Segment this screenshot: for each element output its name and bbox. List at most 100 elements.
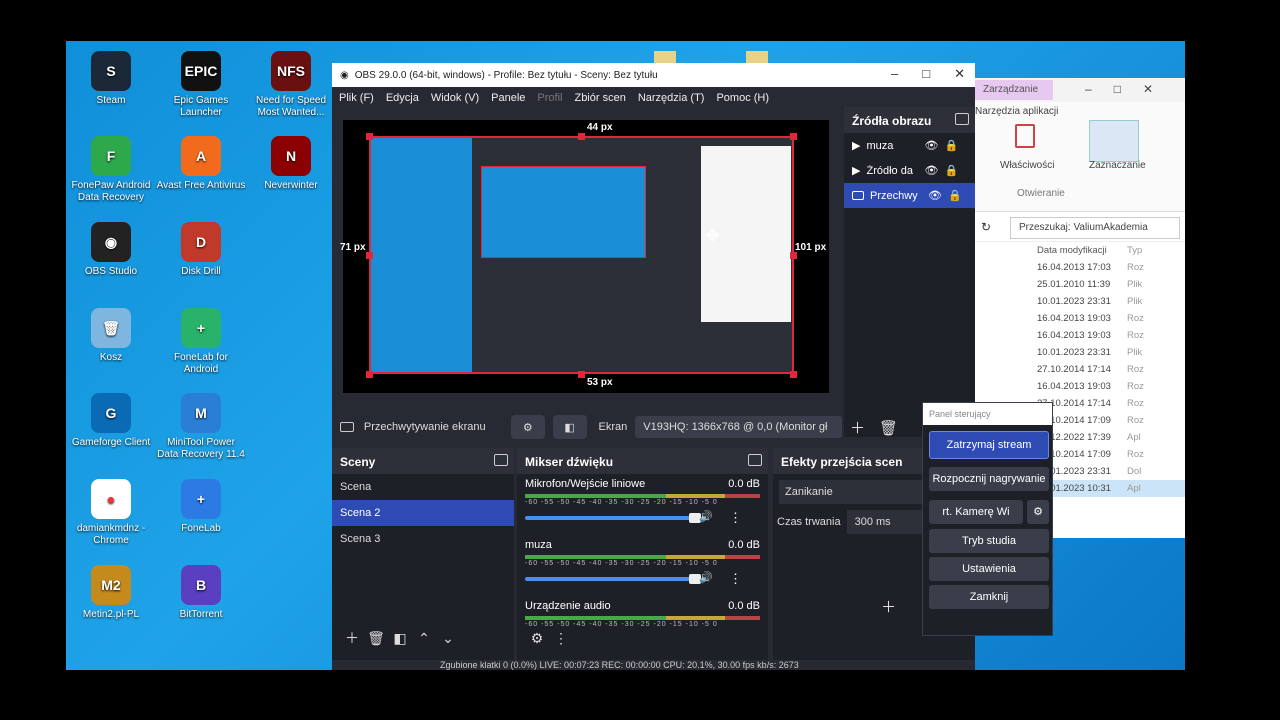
file-row[interactable]: 20.12.2022 17:39 Apl — [1037, 429, 1185, 446]
file-row[interactable]: 10.01.2023 23:31 Plik — [1037, 293, 1185, 310]
move-down-button[interactable]: ⌄ — [436, 630, 460, 650]
menu-item[interactable]: Panele — [491, 92, 525, 104]
screen-select[interactable]: V193HQ: 1366x768 @ 0,0 (Monitor gł — [635, 416, 842, 438]
column-header-date[interactable]: Data modyfikacji — [1037, 242, 1127, 259]
desktop-icon[interactable]: NFS Need for Speed Most Wanted... — [246, 51, 336, 119]
desktop-icon[interactable]: F FonePaw Android Data Recovery — [66, 136, 156, 204]
file-row[interactable]: 10.01.2023 10:31 Apl — [1037, 480, 1185, 497]
properties-icon[interactable] — [1015, 124, 1035, 148]
menu-item[interactable]: Widok (V) — [431, 92, 479, 104]
desktop-icon[interactable]: N Neverwinter — [246, 136, 336, 192]
desktop-icon[interactable]: EPIC Epic Games Launcher — [156, 51, 246, 119]
file-row[interactable]: 10.01.2023 23:31 Plik — [1037, 344, 1185, 361]
file-row[interactable]: 27.10.2014 17:14 Roz — [1037, 361, 1185, 378]
control-button[interactable]: Zatrzymaj stream — [929, 431, 1049, 459]
properties-button[interactable]: Właściwości — [1000, 160, 1054, 171]
control-button[interactable]: Tryb studia — [929, 529, 1049, 553]
source-item[interactable]: Przechwy 👁 🔒 — [844, 183, 975, 208]
resize-handle[interactable] — [366, 371, 373, 378]
source-item[interactable]: ▶ Źródło da 👁 🔒 — [844, 158, 975, 183]
explorer-window-controls[interactable]: –□✕ — [1085, 82, 1175, 96]
file-row[interactable]: 16.04.2013 19:03 Roz — [1037, 310, 1185, 327]
resize-handle[interactable] — [790, 133, 797, 140]
file-row[interactable]: 16.04.2013 17:03 Roz — [1037, 259, 1185, 276]
source-filters-button[interactable]: ◧ — [552, 415, 587, 439]
resize-handle[interactable] — [578, 371, 585, 378]
refresh-icon[interactable]: ↻ — [981, 220, 991, 234]
undock-icon[interactable] — [748, 454, 762, 466]
minimize-button[interactable]: – — [891, 66, 898, 82]
mixer-menu-button[interactable]: ⋮ — [549, 630, 573, 650]
menu-item[interactable]: Zbiór scen — [574, 92, 625, 104]
maximize-button[interactable]: □ — [922, 66, 930, 82]
eye-icon[interactable]: 👁 — [924, 139, 938, 152]
scene-item[interactable]: Scena — [332, 474, 514, 500]
desktop-icon[interactable]: ◉ OBS Studio — [66, 222, 156, 278]
volume-slider[interactable] — [525, 513, 701, 523]
remove-source-icon[interactable]: 🗑 — [879, 420, 898, 437]
eye-icon[interactable]: 👁 — [928, 189, 942, 202]
lock-icon[interactable]: 🔒 — [948, 189, 962, 202]
resize-handle[interactable] — [366, 252, 373, 259]
menu-item[interactable]: Narzędzia (T) — [638, 92, 705, 104]
undock-icon[interactable] — [494, 454, 508, 466]
desktop-icon[interactable]: + FoneLab for Android — [156, 308, 246, 376]
lock-icon[interactable]: 🔒 — [944, 139, 958, 152]
lock-icon[interactable]: 🔒 — [944, 164, 958, 177]
resize-handle[interactable] — [578, 133, 585, 140]
source-properties-button[interactable]: ⚙ — [510, 415, 545, 439]
add-scene-button[interactable]: ＋ — [340, 628, 364, 648]
undock-icon[interactable] — [955, 113, 969, 125]
desktop-icon[interactable]: S Steam — [66, 51, 156, 107]
file-row[interactable]: 16.04.2013 19:03 Roz — [1037, 378, 1185, 395]
scene-item[interactable]: Scena 2 — [332, 500, 514, 526]
resize-handle[interactable] — [366, 133, 373, 140]
desktop-icon[interactable]: M2 Metin2.pl-PL — [66, 565, 156, 621]
resize-handle[interactable] — [790, 371, 797, 378]
speaker-icon[interactable]: 🔊 — [699, 571, 713, 584]
selection-button[interactable]: Zaznaczanie — [1089, 160, 1146, 171]
desktop-icon[interactable]: G Gameforge Client — [66, 393, 156, 449]
move-up-button[interactable]: ⌃ — [412, 630, 436, 650]
scene-item[interactable]: Scena 3 — [332, 526, 514, 552]
add-transition-button[interactable]: ＋ — [881, 596, 896, 617]
source-item[interactable]: ▶ muza 👁 🔒 — [844, 133, 975, 158]
channel-menu-icon[interactable]: ⋮ — [729, 510, 742, 526]
selected-source-frame[interactable]: ✥ — [369, 136, 794, 374]
desktop-icon[interactable]: ● damiankmdnz - Chrome — [66, 479, 156, 547]
eye-icon[interactable]: 👁 — [924, 164, 938, 177]
menu-item[interactable]: Plik (F) — [339, 92, 374, 104]
resize-handle[interactable] — [790, 252, 797, 259]
preview-canvas[interactable]: ✥ 44 px 71 px 101 px 53 px — [340, 120, 829, 393]
desktop-icon[interactable]: 🗑 Kosz — [66, 308, 156, 364]
menu-item[interactable]: Pomoc (H) — [716, 92, 769, 104]
menu-item[interactable]: Profil — [537, 92, 562, 104]
explorer-manage-tab[interactable]: Zarządzanie — [975, 80, 1053, 100]
desktop-icon[interactable]: + FoneLab — [156, 479, 246, 535]
gear-icon[interactable]: ⚙ — [1027, 500, 1049, 524]
desktop-icon[interactable]: B BitTorrent — [156, 565, 246, 621]
desktop-icon[interactable]: D Disk Drill — [156, 222, 246, 278]
volume-slider[interactable] — [525, 574, 701, 584]
control-button[interactable]: Zamknij — [929, 585, 1049, 609]
selection-icon[interactable] — [1089, 120, 1139, 162]
file-row[interactable]: 10.01.2023 23:31 Dol — [1037, 463, 1185, 480]
close-button[interactable]: ✕ — [954, 66, 965, 82]
control-button[interactable]: Rozpocznij nagrywanie — [929, 467, 1049, 491]
file-row[interactable]: 27.10.2014 17:14 Roz — [1037, 395, 1185, 412]
scene-filters-button[interactable]: ◧ — [388, 630, 412, 650]
control-button[interactable]: Ustawienia — [929, 557, 1049, 581]
menu-item[interactable]: Edycja — [386, 92, 419, 104]
desktop-icon[interactable]: M MiniTool Power Data Recovery 11.4 — [156, 393, 246, 461]
file-row[interactable]: 27.10.2014 17:09 Roz — [1037, 446, 1185, 463]
explorer-search-input[interactable]: Przeszukaj: ValiumAkademia — [1010, 217, 1180, 239]
channel-menu-icon[interactable]: ⋮ — [729, 571, 742, 587]
file-row[interactable]: 16.04.2013 19:03 Roz — [1037, 327, 1185, 344]
file-row[interactable]: 27.10.2014 17:09 Roz — [1037, 412, 1185, 429]
file-row[interactable]: 25.01.2010 11:39 Plik — [1037, 276, 1185, 293]
remove-scene-button[interactable]: 🗑 — [364, 630, 388, 650]
column-header-type[interactable]: Typ — [1127, 242, 1157, 259]
desktop-icon[interactable]: A Avast Free Antivirus — [156, 136, 246, 192]
mixer-settings-button[interactable]: ⚙ — [525, 630, 549, 650]
add-source-button[interactable]: ＋ — [850, 420, 865, 437]
